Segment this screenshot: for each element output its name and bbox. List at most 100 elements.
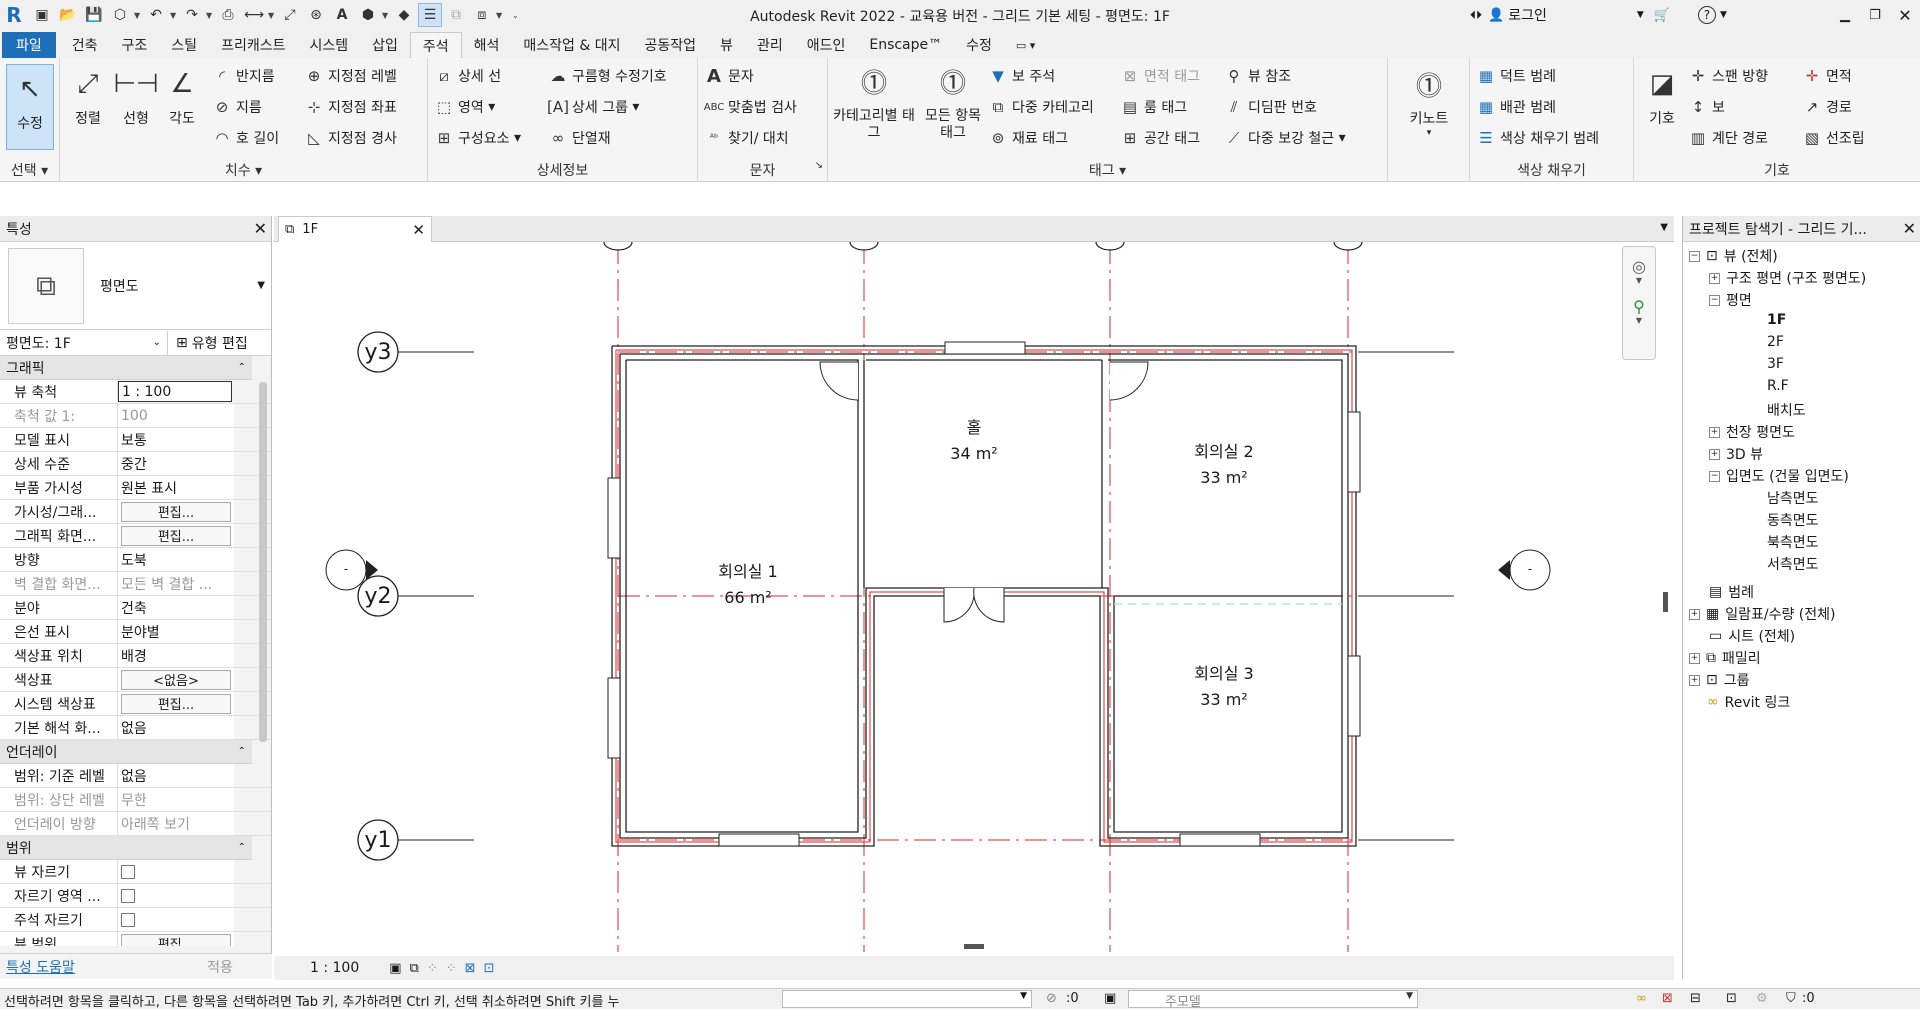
chevron-down-icon[interactable]: ▼ <box>1623 316 1655 325</box>
drag-select-icon[interactable]: ⚙ <box>1756 991 1768 1006</box>
linear-dim-button[interactable]: ⊢⊣ 선형 <box>113 64 158 128</box>
tab-architecture[interactable]: 건축 <box>60 32 110 58</box>
tree-schedules[interactable]: + ▦ 일람표/수량 (전체) <box>1689 604 1836 624</box>
duct-legend-button[interactable]: ▦ 덕트 범례 <box>1476 66 1556 86</box>
tree-families[interactable]: + ⧉ 패밀리 <box>1689 648 1761 668</box>
properties-scrollbar[interactable] <box>259 382 267 742</box>
tab-file[interactable]: 파일 <box>2 32 56 58</box>
apply-button[interactable]: 적용 <box>170 957 270 977</box>
property-value[interactable]: 보통 <box>118 428 234 451</box>
open-icon[interactable]: 📂 <box>56 3 80 27</box>
fabric-button[interactable]: ▧ 선조립 <box>1802 128 1865 148</box>
tab-manage[interactable]: 관리 <box>745 32 795 58</box>
tab-modify[interactable]: 수정 <box>954 32 1004 58</box>
zoom-icon[interactable]: ⚲ <box>1623 297 1655 316</box>
floor-plan-canvas[interactable] <box>274 242 1674 952</box>
property-value[interactable]: 없음 <box>118 764 234 787</box>
material-tag-button[interactable]: ⊚ 재료 태그 <box>988 128 1068 148</box>
section-extents[interactable]: 범위 ⌃ <box>0 836 252 860</box>
tab-structure[interactable]: 구조 <box>110 32 160 58</box>
expand-icon[interactable]: ⏴⏵ <box>1470 8 1482 23</box>
chevron-down-icon[interactable]: ▼ <box>268 11 278 20</box>
modify-button[interactable]: ↖ 수정 <box>6 64 54 150</box>
beam-annotation-button[interactable]: ▼ 보 주석 <box>988 66 1055 86</box>
panel-text-title[interactable]: 문자 ↘ <box>698 160 827 180</box>
tree-elev-east[interactable]: 동측면도 <box>1767 510 1819 530</box>
sun-path-icon[interactable]: ⁘ <box>427 961 438 976</box>
detail-line-button[interactable]: ⧄ 상세 선 <box>434 66 501 86</box>
view-scrollbar-horizontal[interactable] <box>964 944 984 949</box>
property-value[interactable]: 원본 표시 <box>118 476 234 499</box>
tab-view[interactable]: 뷰 <box>708 32 745 58</box>
radial-dim-button[interactable]: ◜ 반지름 <box>212 66 275 86</box>
tree-structural-plans[interactable]: + 구조 평면 (구조 평면도) <box>1709 268 1866 288</box>
angular-dim-button[interactable]: ∠ 각도 <box>160 64 204 128</box>
panel-select-title[interactable]: 선택 ▾ <box>0 160 59 180</box>
show-crop-icon[interactable]: ⊡ <box>484 961 495 976</box>
chevron-down-icon[interactable]: ▼ <box>1720 10 1727 20</box>
tree-view-2f[interactable]: 2F <box>1767 334 1784 350</box>
aligned-dim-icon[interactable]: ⤢ <box>278 3 302 27</box>
tab-analyze[interactable]: 해석 <box>462 32 512 58</box>
section-icon[interactable]: ◆ <box>392 3 416 27</box>
arc-length-dim-button[interactable]: ◠ 호 길이 <box>212 128 279 148</box>
design-options-icon[interactable]: ▣ <box>1104 991 1116 1006</box>
view-reference-button[interactable]: ⚲ 뷰 참조 <box>1224 66 1292 86</box>
tab-enscape[interactable]: Enscape™ <box>857 32 954 58</box>
tag-icon[interactable]: ⊛ <box>304 3 328 27</box>
multi-rebar-button[interactable]: ⟋ 다중 보강 철근 ▾ <box>1224 128 1346 148</box>
tab-annotate[interactable]: 주석 <box>409 32 462 58</box>
shadows-icon[interactable]: ⁘ <box>446 961 457 976</box>
visual-style-icon[interactable]: ⧉ <box>410 961 419 976</box>
spot-elevation-button[interactable]: ⊕ 지정점 레벨 <box>304 66 397 86</box>
chevron-down-icon[interactable]: ▼ <box>257 280 265 291</box>
switch-windows-icon[interactable]: ⧈ <box>470 3 494 27</box>
property-value[interactable]: 1 : 100 <box>118 381 232 402</box>
editable-only-icon[interactable]: ⊘ <box>1046 991 1057 1006</box>
find-replace-button[interactable]: ᴬᵇ 찾기/ 대치 <box>704 128 789 148</box>
model-dropdown[interactable]: 주모델 ▼ <box>1128 990 1418 1010</box>
pinned-select-icon[interactable]: ⊟ <box>1690 991 1701 1006</box>
color-fill-legend-button[interactable]: ☰ 색상 채우기 범례 <box>1476 128 1599 148</box>
view-tab-1f[interactable]: ⧉ 1F ✕ <box>278 216 432 242</box>
tab-list-dropdown-icon[interactable]: ▼ <box>1660 222 1668 233</box>
tab-massing-site[interactable]: 매스작업 & 대지 <box>511 32 632 58</box>
face-select-icon[interactable]: ⊡ <box>1726 991 1737 1006</box>
property-value[interactable]: 분야별 <box>118 620 234 643</box>
text-button[interactable]: A 문자 <box>704 66 754 87</box>
tree-3d-views[interactable]: +3D 뷰 <box>1709 444 1763 464</box>
multi-category-button[interactable]: ⧉ 다중 카테고리 <box>988 97 1094 117</box>
type-selector[interactable]: ⧉ 평면도 ▼ <box>0 242 271 330</box>
filter-icon[interactable]: ⛉ <box>1786 991 1796 1006</box>
steering-wheel-icon[interactable]: ◎ <box>1623 257 1655 276</box>
checkbox[interactable] <box>121 912 135 927</box>
property-value[interactable]: 편집... <box>118 524 234 547</box>
property-value[interactable]: 아래쪽 보기 <box>118 812 234 835</box>
property-value[interactable]: <없음> <box>118 668 234 691</box>
space-tag-button[interactable]: ⊞ 공간 태그 <box>1120 128 1200 148</box>
crop-view-icon[interactable]: ⊠ <box>465 961 476 976</box>
room-name-hall[interactable]: 홀 <box>934 414 1014 438</box>
edit-button[interactable]: 편집... <box>121 501 231 522</box>
tab-steel[interactable]: 스틸 <box>159 32 209 58</box>
chevron-down-icon[interactable]: ▼ <box>1623 276 1655 285</box>
stair-path-button[interactable]: ▥ 계단 경로 <box>1688 128 1768 148</box>
chevron-down-icon[interactable]: ▼ <box>382 11 392 20</box>
view-selector[interactable]: 평면도: 1F ⌄ <box>0 330 168 355</box>
tree-groups[interactable]: + ⊡ 그룹 <box>1689 670 1750 690</box>
tree-elev-north[interactable]: 북측면도 <box>1767 532 1819 552</box>
measure-icon[interactable]: ⟷ <box>242 3 266 27</box>
tree-view-site[interactable]: 배치도 <box>1767 400 1806 420</box>
tree-floor-plans[interactable]: − 평면 <box>1709 290 1752 310</box>
edit-button[interactable]: 편집... <box>121 525 231 546</box>
grid-label-y1[interactable]: y1 <box>358 828 398 853</box>
tab-collaborate[interactable]: 공동작업 <box>633 32 709 58</box>
tree-elevations[interactable]: − 입면도 (건물 입면도) <box>1709 466 1849 486</box>
tag-by-category-button[interactable]: ⓵ 카테고리별 태그 <box>832 64 916 142</box>
text-icon[interactable]: A <box>330 3 354 27</box>
detail-group-button[interactable]: [A] 상세 그룹 ▾ <box>547 97 639 117</box>
edit-type-button[interactable]: ⊞ 유형 편집 <box>168 333 248 353</box>
tree-view-1f[interactable]: 1F <box>1767 312 1786 328</box>
panel-dimension-title[interactable]: 치수 ▾ <box>60 160 427 180</box>
property-value[interactable]: 무한 <box>118 788 234 811</box>
